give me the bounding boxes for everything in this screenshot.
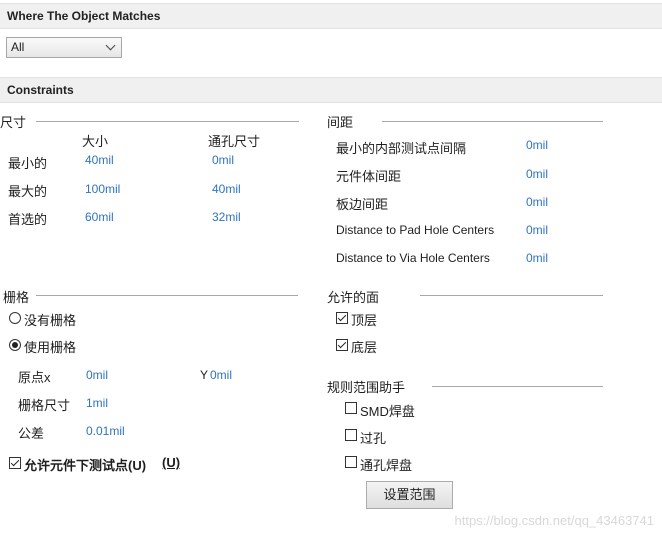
clearance-group-title: 间距 <box>327 112 360 131</box>
smd-pad-label[interactable]: SMD焊盘 <box>360 401 415 420</box>
no-grid-radio[interactable] <box>9 312 21 324</box>
bottom-layer-checkbox[interactable] <box>336 339 348 351</box>
where-object-matches-header: Where The Object Matches <box>0 3 662 29</box>
no-grid-label[interactable]: 没有栅格 <box>24 310 76 329</box>
top-layer-checkbox[interactable] <box>336 312 348 324</box>
via-hole-distance-value[interactable]: 0mil <box>526 251 548 265</box>
via-label[interactable]: 过孔 <box>360 428 386 447</box>
bottom-layer-label[interactable]: 底层 <box>351 337 377 356</box>
use-grid-radio[interactable] <box>9 339 21 351</box>
grid-group-title: 栅格 <box>3 287 36 306</box>
set-scope-button[interactable]: 设置范围 <box>366 481 453 509</box>
allow-testpoint-under-component-shortcut: (U) <box>162 455 181 470</box>
constraints-header: Constraints <box>0 77 662 103</box>
through-hole-pad-checkbox[interactable] <box>345 456 357 468</box>
grid-group-divider <box>36 295 298 296</box>
preferred-size-value[interactable]: 60mil <box>85 210 114 224</box>
size-group-divider <box>36 121 299 122</box>
grid-size-value[interactable]: 1mil <box>86 396 108 410</box>
origin-y-value[interactable]: 0mil <box>210 368 232 382</box>
use-grid-label[interactable]: 使用栅格 <box>24 337 76 356</box>
board-edge-clearance-value[interactable]: 0mil <box>526 195 548 209</box>
tolerance-label: 公差 <box>18 426 45 441</box>
match-scope-dropdown[interactable]: All <box>6 37 122 58</box>
match-scope-value: All <box>11 40 25 54</box>
via-size-column-header: 通孔尺寸 <box>208 134 261 149</box>
min-via-size-value[interactable]: 0mil <box>212 153 234 167</box>
scope-group-divider <box>432 386 603 387</box>
min-testpoint-spacing-label: 最小的内部测试点间隔 <box>336 141 467 156</box>
sides-group-title: 允许的面 <box>327 287 386 306</box>
allow-testpoint-under-component-checkbox[interactable] <box>9 457 21 469</box>
max-via-size-value[interactable]: 40mil <box>212 182 241 196</box>
min-size-label: 最小的 <box>8 156 48 171</box>
clearance-group-divider <box>382 121 603 122</box>
via-hole-distance-label: Distance to Via Hole Centers <box>336 251 490 265</box>
pad-hole-distance-value[interactable]: 0mil <box>526 223 548 237</box>
tolerance-value[interactable]: 0.01mil <box>86 424 125 438</box>
via-checkbox[interactable] <box>345 429 357 441</box>
component-body-clearance-label: 元件体间距 <box>336 169 402 184</box>
smd-pad-checkbox[interactable] <box>345 402 357 414</box>
chevron-down-icon[interactable] <box>105 40 116 51</box>
origin-x-label: 原点x <box>18 370 51 385</box>
board-edge-clearance-label: 板边间距 <box>336 197 389 212</box>
min-size-value[interactable]: 40mil <box>85 153 114 167</box>
max-size-value[interactable]: 100mil <box>85 182 120 196</box>
origin-x-value[interactable]: 0mil <box>86 368 108 382</box>
component-body-clearance-value[interactable]: 0mil <box>526 167 548 181</box>
pad-hole-distance-label: Distance to Pad Hole Centers <box>336 223 495 237</box>
allow-testpoint-under-component-label[interactable]: 允许元件下测试点(U) <box>24 455 146 474</box>
preferred-size-label: 首选的 <box>8 212 48 227</box>
preferred-via-size-value[interactable]: 32mil <box>212 210 241 224</box>
sides-group-divider <box>420 295 603 296</box>
origin-y-label: Y <box>200 368 209 382</box>
watermark: https://blog.csdn.net/qq_43463741 <box>454 513 655 528</box>
through-hole-pad-label[interactable]: 通孔焊盘 <box>360 455 412 474</box>
size-column-header: 大小 <box>82 134 109 149</box>
min-testpoint-spacing-value[interactable]: 0mil <box>526 138 548 152</box>
grid-size-label: 栅格尺寸 <box>18 398 71 413</box>
size-group-title: 尺寸 <box>0 112 33 131</box>
max-size-label: 最大的 <box>8 184 48 199</box>
top-layer-label[interactable]: 顶层 <box>351 310 377 329</box>
scope-group-title: 规则范围助手 <box>327 377 412 396</box>
